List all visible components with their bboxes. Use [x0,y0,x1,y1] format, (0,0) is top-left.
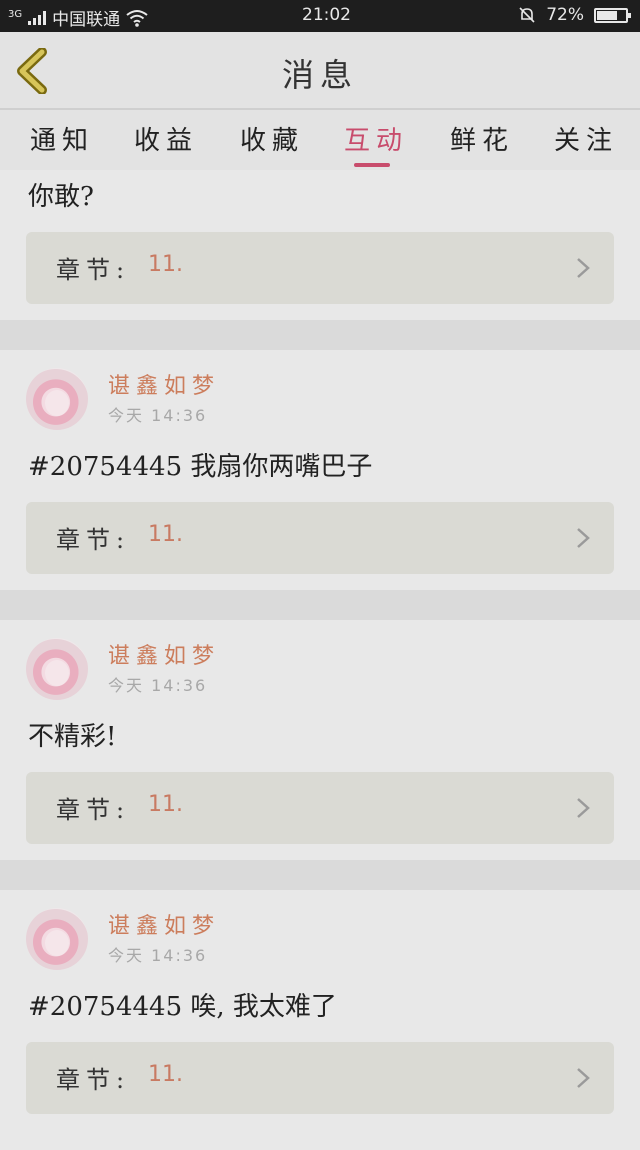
chapter-value: 11. [148,522,183,547]
message-card: 谌鑫如梦 今天 14:36 不精彩! 章节: 11. [0,620,640,860]
status-time: 21:02 [302,5,351,25]
active-tab-indicator [354,163,390,167]
message-time: 今天 14:36 [108,676,208,695]
chapter-label: 章节: [56,1066,131,1094]
message-card: 谌鑫如梦 今天 14:36 #20754445 我扇你两嘴巴子 章节: 11. [0,350,640,590]
chapter-label: 章节: [56,256,131,284]
chevron-right-icon [577,528,590,548]
avatar[interactable] [26,908,88,970]
avatar[interactable] [26,368,88,430]
divider [0,590,640,620]
user-name[interactable]: 谌鑫如梦 [108,638,220,670]
comment-text: #20754445 我扇你两嘴巴子 [28,452,373,482]
chapter-value: 11. [148,252,183,277]
user-row: 谌鑫如梦 今天 14:36 [0,890,640,974]
bell-muted-icon [519,7,535,23]
message-card: 你敢? 章节: 11. [0,170,640,320]
message-time: 今天 14:36 [108,946,208,965]
chevron-right-icon [577,258,590,278]
tab-following[interactable]: 关注 [554,120,618,157]
battery-icon [594,7,631,23]
chapter-label: 章节: [56,796,131,824]
message-time: 今天 14:36 [108,406,208,425]
tab-notifications[interactable]: 通知 [30,120,94,157]
chapter-link[interactable]: 章节: 11. [26,232,614,304]
battery-percent: 72% [546,5,584,25]
comment-text: #20754445 唉, 我太难了 [28,992,337,1022]
tab-earnings[interactable]: 收益 [134,120,198,157]
chapter-label: 章节: [56,526,131,554]
status-bar: 3G 中国联通 21:02 72% [0,0,640,32]
signal-icon [28,10,47,25]
status-left: 3G 中国联通 [8,5,148,30]
message-card: 谌鑫如梦 今天 14:36 #20754445 唉, 我太难了 章节: 11. [0,890,640,1150]
user-row: 谌鑫如梦 今天 14:36 [0,350,640,434]
tab-favorites[interactable]: 收藏 [240,120,304,157]
tab-interactions[interactable]: 互动 [344,120,408,157]
chapter-value: 11. [148,1062,183,1087]
tab-flowers[interactable]: 鲜花 [450,120,514,157]
divider [0,860,640,890]
chapter-link[interactable]: 章节: 11. [26,502,614,574]
message-list: 你敢? 章节: 11. 谌鑫如梦 今天 14:36 #20754445 我扇你两… [0,170,640,1150]
page-title: 消息 [281,56,358,94]
chevron-right-icon [577,798,590,818]
comment-text: 不精彩! [28,722,117,752]
user-name[interactable]: 谌鑫如梦 [108,368,220,400]
wifi-icon [126,9,148,27]
status-right: 72% [518,5,631,25]
chapter-link[interactable]: 章节: 11. [26,1042,614,1114]
chapter-link[interactable]: 章节: 11. [26,772,614,844]
user-name[interactable]: 谌鑫如梦 [108,908,220,940]
tab-bar: 通知 收益 收藏 互动 鲜花 关注 [0,110,640,170]
carrier-name: 中国联通 [52,10,121,30]
chevron-right-icon [577,1068,590,1088]
comment-text: 你敢? [28,182,94,212]
chapter-value: 11. [148,792,183,817]
network-type: 3G [8,8,23,20]
header-bar: 消息 [0,32,640,110]
avatar[interactable] [26,638,88,700]
user-row: 谌鑫如梦 今天 14:36 [0,620,640,704]
divider [0,320,640,350]
